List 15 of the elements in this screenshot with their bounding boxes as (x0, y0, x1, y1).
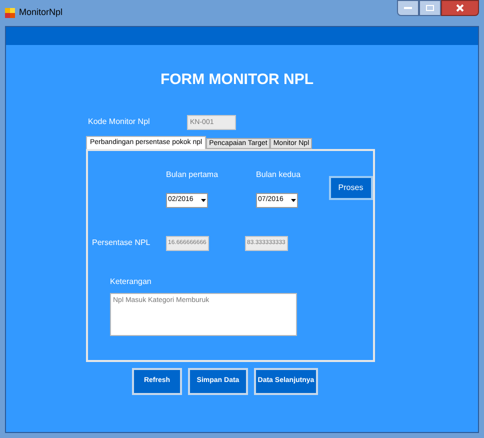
form-heading: FORM MONITOR NPL (159, 70, 315, 90)
field-label: Persentase NPL (92, 237, 152, 249)
close-icon (456, 4, 464, 12)
close-button[interactable] (441, 0, 479, 16)
process-button[interactable]: Proses (328, 176, 373, 200)
app-icon (5, 8, 15, 18)
field-label: Keterangan (110, 276, 152, 288)
minimize-button[interactable] (397, 0, 419, 16)
dropdown-arrow-icon (201, 198, 206, 202)
window-title: MonitorNpl (19, 6, 63, 20)
maximize-button[interactable] (419, 0, 441, 16)
field-label: Kode Monitor Npl (88, 116, 151, 128)
field-label: Bulan pertama (166, 168, 218, 180)
field-label: Bulan kedua (256, 168, 301, 180)
dropdown-arrow-icon (291, 198, 296, 202)
